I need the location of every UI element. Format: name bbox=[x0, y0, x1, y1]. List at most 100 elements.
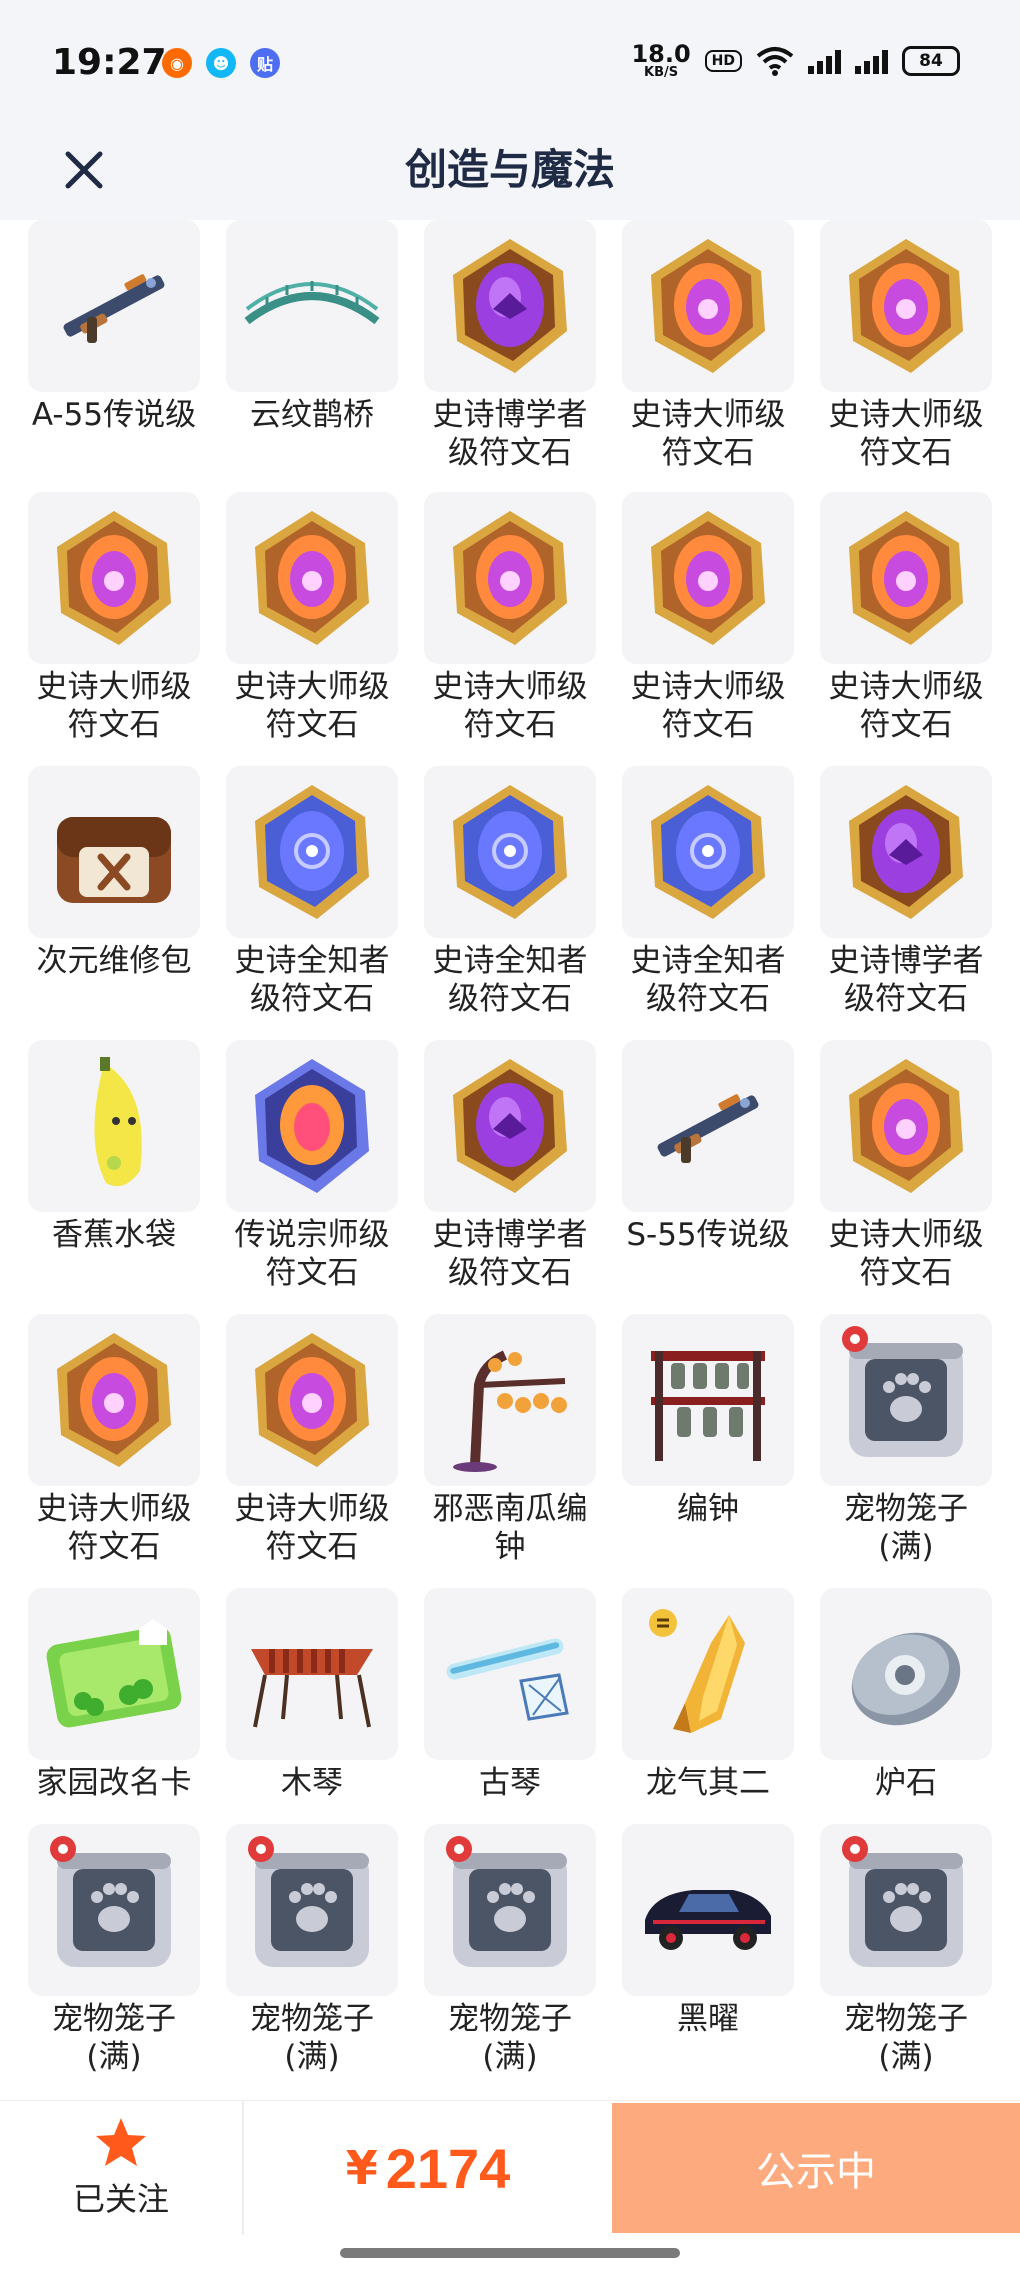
pet-cage-icon bbox=[820, 1824, 992, 1996]
bottom-action-bar: 已关注 ¥ 2174 公示中 bbox=[0, 2100, 1020, 2235]
item-label: 史诗博学者级符文石 bbox=[828, 943, 984, 1017]
item-label: 宠物笼子(满) bbox=[844, 1491, 968, 1565]
car-icon bbox=[622, 1824, 794, 1996]
item-card[interactable]: 炉石 bbox=[820, 1588, 992, 1802]
battery-icon: 84 bbox=[902, 45, 960, 76]
item-label: 史诗大师级符文石 bbox=[234, 1491, 390, 1565]
item-card[interactable]: 史诗大师级符文石 bbox=[622, 492, 794, 744]
item-label: 史诗大师级符文石 bbox=[36, 669, 192, 743]
item-card[interactable]: 史诗全知者级符文石 bbox=[424, 766, 596, 1018]
item-label: 史诗大师级符文石 bbox=[432, 669, 588, 743]
rune-master-icon bbox=[28, 1314, 200, 1486]
item-card[interactable]: 史诗博学者级符文石 bbox=[820, 766, 992, 1018]
bridge-icon bbox=[226, 220, 398, 392]
item-card[interactable]: 黑曜 bbox=[622, 1824, 794, 2038]
chimes-icon bbox=[622, 1314, 794, 1486]
item-card[interactable]: 编钟 bbox=[622, 1314, 794, 1528]
hearthstone-icon bbox=[820, 1588, 992, 1760]
follow-button[interactable]: 已关注 bbox=[0, 2101, 244, 2235]
item-label: 黑曜 bbox=[677, 2001, 739, 2037]
rune-master-icon bbox=[226, 1314, 398, 1486]
network-speed-value: 18.0 bbox=[631, 40, 691, 68]
rune-master-icon bbox=[820, 1040, 992, 1212]
page-title: 创造与魔法 bbox=[404, 145, 615, 194]
qq-icon: ☻ bbox=[206, 48, 236, 78]
item-card[interactable]: 邪恶南瓜编钟 bbox=[424, 1314, 596, 1566]
status-button[interactable]: 公示中 bbox=[612, 2103, 1020, 2233]
taobao-icon: ◉ bbox=[162, 48, 192, 78]
item-card[interactable]: 史诗大师级符文石 bbox=[226, 492, 398, 744]
price-currency: ¥ bbox=[345, 2141, 378, 2195]
item-label: 传说宗师级符文石 bbox=[234, 1217, 390, 1291]
banana-icon bbox=[28, 1040, 200, 1212]
item-card[interactable]: 史诗博学者级符文石 bbox=[424, 220, 596, 472]
item-card[interactable]: 史诗大师级符文石 bbox=[820, 492, 992, 744]
price-value: 2174 bbox=[385, 2136, 511, 2200]
item-label: A-55传说级 bbox=[31, 397, 197, 433]
network-speed-unit: KB/S bbox=[644, 65, 679, 80]
item-label: 史诗大师级符文石 bbox=[630, 397, 786, 471]
item-label: 宠物笼子(满) bbox=[844, 2001, 968, 2075]
pet-cage-icon bbox=[28, 1824, 200, 1996]
rune-scholar-icon bbox=[424, 220, 596, 392]
item-card[interactable]: S-55传说级 bbox=[622, 1040, 794, 1254]
item-card[interactable]: 史诗大师级符文石 bbox=[28, 1314, 200, 1566]
item-label: 宠物笼子(满) bbox=[250, 2001, 374, 2075]
item-card[interactable]: 史诗博学者级符文石 bbox=[424, 1040, 596, 1292]
item-label: 香蕉水袋 bbox=[52, 1217, 176, 1253]
item-label: 史诗大师级符文石 bbox=[828, 669, 984, 743]
tieba-icon: 贴 bbox=[250, 48, 280, 78]
item-label: 炉石 bbox=[875, 1765, 937, 1801]
item-label: 史诗博学者级符文石 bbox=[432, 1217, 588, 1291]
item-label: 古琴 bbox=[479, 1765, 541, 1801]
item-card[interactable]: 云纹鹊桥 bbox=[226, 220, 398, 434]
item-label: 木琴 bbox=[281, 1765, 343, 1801]
item-label: 宠物笼子(满) bbox=[52, 2001, 176, 2075]
rune-omniscient-icon bbox=[424, 766, 596, 938]
wifi-icon bbox=[756, 46, 794, 76]
guqin-icon bbox=[424, 1588, 596, 1760]
item-card[interactable]: 史诗大师级符文石 bbox=[622, 220, 794, 472]
rune-master-icon bbox=[28, 492, 200, 664]
rifle-icon bbox=[28, 220, 200, 392]
item-card[interactable]: 宠物笼子(满) bbox=[820, 1314, 992, 1566]
hd-icon: HD bbox=[704, 49, 742, 72]
follow-label: 已关注 bbox=[72, 2180, 169, 2218]
item-card[interactable]: 史诗全知者级符文石 bbox=[622, 766, 794, 1018]
item-card[interactable]: 次元维修包 bbox=[28, 766, 200, 980]
item-label: 史诗全知者级符文石 bbox=[432, 943, 588, 1017]
status-app-icons: ◉ ☻ 贴 bbox=[162, 48, 280, 78]
item-card[interactable]: 史诗大师级符文石 bbox=[424, 492, 596, 744]
item-label: 龙气其二 bbox=[646, 1765, 770, 1801]
item-card[interactable]: 宠物笼子(满) bbox=[226, 1824, 398, 2076]
item-card[interactable]: 木琴 bbox=[226, 1588, 398, 1802]
item-card[interactable]: 宠物笼子(满) bbox=[424, 1824, 596, 2076]
item-card[interactable]: 史诗大师级符文石 bbox=[820, 220, 992, 472]
item-card[interactable]: 宠物笼子(满) bbox=[28, 1824, 200, 2076]
item-card[interactable]: A-55传说级 bbox=[28, 220, 200, 434]
pumpkin-chimes-icon bbox=[424, 1314, 596, 1486]
item-card[interactable]: 史诗全知者级符文石 bbox=[226, 766, 398, 1018]
pet-cage-icon bbox=[820, 1314, 992, 1486]
item-card[interactable]: 古琴 bbox=[424, 1588, 596, 1802]
star-icon bbox=[96, 2118, 146, 2166]
item-label: 史诗大师级符文石 bbox=[828, 1217, 984, 1291]
rune-scholar-icon bbox=[424, 1040, 596, 1212]
rename-card-icon bbox=[28, 1588, 200, 1760]
home-indicator[interactable] bbox=[340, 2248, 680, 2258]
item-card[interactable]: 传说宗师级符文石 bbox=[226, 1040, 398, 1292]
item-label: 宠物笼子(满) bbox=[448, 2001, 572, 2075]
item-card[interactable]: 宠物笼子(满) bbox=[820, 1824, 992, 2076]
item-label: 史诗全知者级符文石 bbox=[630, 943, 786, 1017]
item-card[interactable]: 香蕉水袋 bbox=[28, 1040, 200, 1254]
status-bar: 19:27 ◉ ☻ 贴 18.0 KB/S HD 84 bbox=[0, 0, 1020, 120]
item-label: 史诗大师级符文石 bbox=[36, 1491, 192, 1565]
item-card[interactable]: 家园改名卡 bbox=[28, 1588, 200, 1802]
rune-master-icon bbox=[226, 492, 398, 664]
item-card[interactable]: 史诗大师级符文石 bbox=[226, 1314, 398, 1566]
rune-master-icon bbox=[622, 220, 794, 392]
item-card[interactable]: 史诗大师级符文石 bbox=[820, 1040, 992, 1292]
item-card[interactable]: 史诗大师级符文石 bbox=[28, 492, 200, 744]
item-card[interactable]: 龙气其二 bbox=[622, 1588, 794, 1802]
signal-icon bbox=[808, 48, 841, 74]
